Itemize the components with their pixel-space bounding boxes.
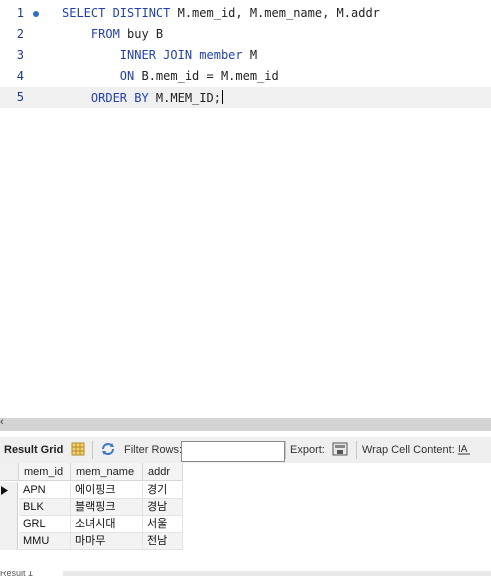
tab-strip	[63, 571, 491, 576]
code-line-current[interactable]: 5 ORDER BY M.MEM_ID;	[0, 87, 491, 108]
line-number: 1	[16, 6, 24, 20]
statement-marker-icon	[33, 11, 39, 17]
text-caret	[221, 90, 223, 104]
wrap-cell-content-label: Wrap Cell Content:	[362, 444, 455, 456]
code-text[interactable]: ON B.mem_id = M.mem_id	[62, 69, 279, 83]
table-cell[interactable]: 블랙핑크	[71, 499, 143, 516]
column-header[interactable]: mem_id	[19, 463, 71, 481]
row-header-corner	[0, 463, 19, 481]
panel-splitter[interactable]: ‹	[0, 412, 491, 432]
wrap-text-icon[interactable]: IA	[457, 442, 471, 459]
code-text[interactable]: FROM buy B	[62, 27, 163, 41]
code-line[interactable]: 2 FROM buy B	[0, 24, 491, 45]
code-line[interactable]: 1 SELECT DISTINCT M.mem_id, M.mem_name, …	[0, 3, 491, 24]
table-cell[interactable]: 소녀시대	[71, 516, 143, 533]
line-number: 4	[16, 69, 24, 83]
scroll-left-icon[interactable]: ‹	[0, 416, 4, 428]
current-row-marker[interactable]	[0, 482, 18, 499]
row-marker[interactable]	[0, 516, 18, 533]
export-label: Export:	[290, 444, 325, 456]
horizontal-scrollbar[interactable]	[0, 418, 491, 431]
table-cell[interactable]: 서울	[143, 516, 183, 533]
code-line[interactable]: 3 INNER JOIN member M	[0, 45, 491, 66]
table-cell[interactable]: 마마무	[71, 533, 143, 550]
table-cell[interactable]: 경남	[143, 499, 183, 516]
result-toolbar: Result Grid Filter Rows: Export: Wrap Ce…	[0, 437, 491, 463]
table-cell[interactable]: 전남	[143, 533, 183, 550]
line-number: 2	[16, 27, 24, 41]
table-cell[interactable]: MMU	[19, 533, 71, 550]
code-line[interactable]: 4 ON B.mem_id = M.mem_id	[0, 66, 491, 87]
table-cell[interactable]: APN	[19, 482, 71, 499]
code-text[interactable]: INNER JOIN member M	[62, 48, 257, 62]
row-marker[interactable]	[0, 499, 18, 516]
filter-rows-label: Filter Rows:	[124, 444, 183, 456]
row-marker[interactable]	[0, 533, 18, 550]
grid-view-icon[interactable]	[71, 442, 85, 459]
export-icon[interactable]	[332, 442, 348, 459]
line-number: 5	[16, 90, 24, 104]
sql-editor[interactable]: 1 SELECT DISTINCT M.mem_id, M.mem_name, …	[0, 0, 491, 412]
current-row-arrow-icon	[1, 486, 8, 495]
refresh-icon[interactable]	[100, 442, 116, 459]
code-text[interactable]: SELECT DISTINCT M.mem_id, M.mem_name, M.…	[62, 6, 380, 20]
svg-text:IA: IA	[458, 444, 468, 455]
filter-rows-input[interactable]	[181, 441, 285, 462]
table-cell[interactable]: BLK	[19, 499, 71, 516]
table-cell[interactable]: 경기	[143, 482, 183, 499]
column-header[interactable]: addr	[143, 463, 183, 481]
table-cell[interactable]: GRL	[19, 516, 71, 533]
table-cell[interactable]: 에이핑크	[71, 482, 143, 499]
result-grid-label[interactable]: Result Grid	[4, 444, 63, 456]
column-header[interactable]: mem_name	[71, 463, 143, 481]
code-text[interactable]: ORDER BY M.MEM_ID;	[62, 90, 223, 105]
line-number: 3	[16, 48, 24, 62]
result-tab[interactable]: Result 1	[0, 571, 50, 576]
